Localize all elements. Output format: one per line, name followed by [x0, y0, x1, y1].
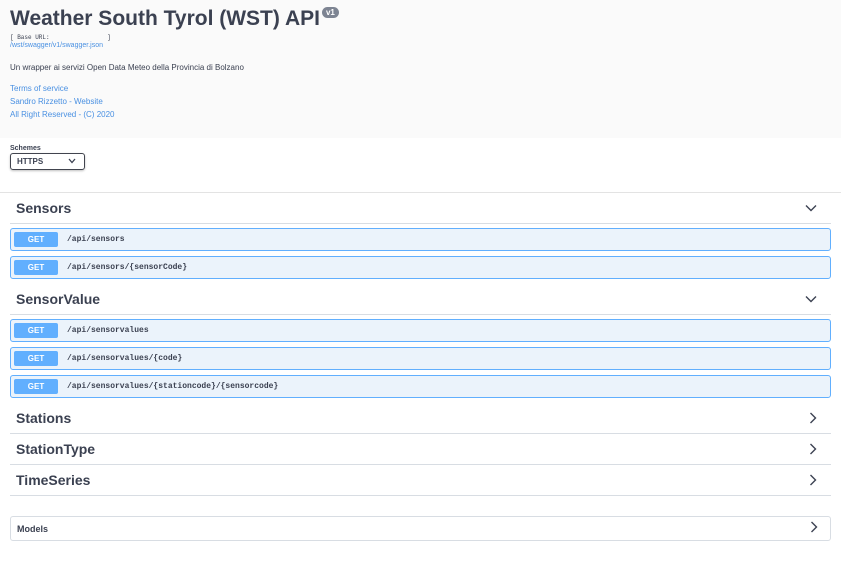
- swagger-json-link[interactable]: /wst/swagger/v1/swagger.json: [10, 42, 831, 49]
- tag-name: TimeSeries: [16, 472, 91, 488]
- schemes-section: Schemes HTTPS: [0, 138, 841, 193]
- api-title: Weather South Tyrol (WST) API: [10, 7, 320, 30]
- terms-of-service-link[interactable]: Terms of service: [10, 82, 831, 95]
- tag-name: Sensors: [16, 200, 72, 216]
- tag-section-sensorvalue: SensorValue GET /api/sensorvalues GET /a…: [10, 284, 831, 398]
- version-badge: v1: [321, 7, 339, 18]
- operation-get-sensor-by-code[interactable]: GET /api/sensors/{sensorCode}: [10, 256, 831, 279]
- tag-header-sensorvalue[interactable]: SensorValue: [10, 284, 831, 315]
- chevron-right-icon[interactable]: [809, 443, 817, 455]
- method-badge: GET: [14, 323, 58, 338]
- operations-container: Sensors GET /api/sensors GET /api/sensor…: [0, 193, 841, 496]
- operation-path: /api/sensorvalues/{code}: [67, 354, 183, 363]
- operation-path: /api/sensors: [67, 235, 125, 244]
- operation-get-sensorvalues[interactable]: GET /api/sensorvalues: [10, 319, 831, 342]
- info-section: Weather South Tyrol (WST) API v1 [ Base …: [0, 0, 841, 138]
- chevron-down-icon[interactable]: [805, 204, 817, 212]
- copyright-link[interactable]: All Right Reserved - (C) 2020: [10, 108, 831, 121]
- models-section[interactable]: Models: [10, 516, 831, 541]
- chevron-right-icon[interactable]: [809, 474, 817, 486]
- tag-section-timeseries: TimeSeries: [10, 465, 831, 496]
- tag-section-stationtype: StationType: [10, 434, 831, 465]
- schemes-selected-value: HTTPS: [17, 157, 44, 166]
- operation-path: /api/sensorvalues: [67, 326, 149, 335]
- tag-header-sensors[interactable]: Sensors: [10, 193, 831, 224]
- chevron-right-icon[interactable]: [810, 520, 818, 538]
- operation-path: /api/sensors/{sensorCode}: [67, 263, 188, 272]
- schemes-label: Schemes: [10, 145, 41, 152]
- operation-get-sensorvalues-by-station-sensor[interactable]: GET /api/sensorvalues/{stationcode}/{sen…: [10, 375, 831, 398]
- schemes-select[interactable]: HTTPS: [10, 153, 85, 170]
- method-badge: GET: [14, 351, 58, 366]
- tag-name: Stations: [16, 410, 72, 426]
- api-description: Un wrapper ai servizi Open Data Meteo de…: [10, 63, 244, 72]
- method-badge: GET: [14, 260, 58, 275]
- base-url: [ Base URL: ]: [10, 34, 111, 41]
- chevron-down-icon[interactable]: [805, 295, 817, 303]
- tag-name: SensorValue: [16, 291, 101, 307]
- tag-section-stations: Stations: [10, 403, 831, 434]
- tag-section-sensors: Sensors GET /api/sensors GET /api/sensor…: [10, 193, 831, 279]
- method-badge: GET: [14, 232, 58, 247]
- operation-path: /api/sensorvalues/{stationcode}/{sensorc…: [67, 382, 279, 391]
- method-badge: GET: [14, 379, 58, 394]
- chevron-down-icon: [68, 158, 76, 166]
- tag-header-stationtype[interactable]: StationType: [10, 434, 831, 465]
- tag-header-timeseries[interactable]: TimeSeries: [10, 465, 831, 496]
- chevron-right-icon[interactable]: [809, 412, 817, 424]
- info-links: Terms of service Sandro Rizzetto - Websi…: [10, 82, 831, 121]
- tag-name: StationType: [16, 441, 96, 457]
- operation-get-sensors[interactable]: GET /api/sensors: [10, 228, 831, 251]
- operation-get-sensorvalues-by-code[interactable]: GET /api/sensorvalues/{code}: [10, 347, 831, 370]
- models-label: Models: [17, 523, 49, 534]
- title-row: Weather South Tyrol (WST) API v1: [10, 6, 831, 32]
- tag-header-stations[interactable]: Stations: [10, 403, 831, 434]
- author-website-link[interactable]: Sandro Rizzetto - Website: [10, 95, 831, 108]
